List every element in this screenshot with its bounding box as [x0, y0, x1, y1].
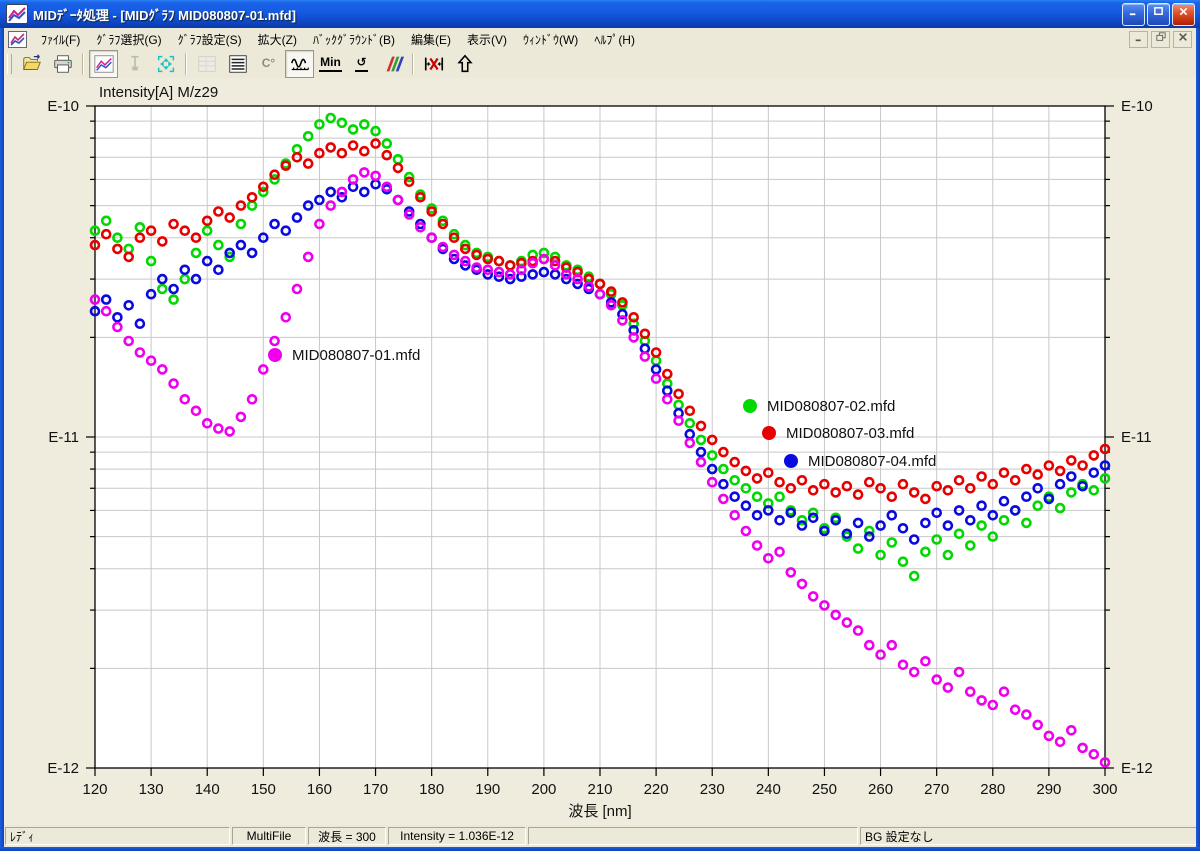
app-icon [6, 4, 28, 24]
svg-text:240: 240 [756, 781, 781, 798]
mdi-restore-button[interactable] [1151, 31, 1170, 48]
toolbar-items: C° Min↺ [16, 50, 480, 78]
svg-text:210: 210 [587, 781, 612, 798]
menu-item[interactable]: ﾌｧｲﾙ(F) [33, 28, 88, 51]
toolbar-separator [185, 53, 187, 75]
svg-text:120: 120 [82, 781, 107, 798]
gridlines [95, 106, 1105, 768]
close-button[interactable] [1172, 3, 1195, 26]
menu-item[interactable]: ｸﾞﾗﾌ設定(S) [170, 28, 250, 51]
menu-items: ﾌｧｲﾙ(F)ｸﾞﾗﾌ選択(G)ｸﾞﾗﾌ設定(S)拡大(Z)ﾊﾞｯｸｸﾞﾗｳﾝﾄ… [33, 28, 643, 51]
x-axis-title: 波長 [nm] [568, 803, 631, 820]
list-view-icon[interactable] [223, 50, 252, 78]
bg-subtract-icon[interactable] [419, 50, 448, 78]
print-icon[interactable] [48, 50, 77, 78]
open-file-icon[interactable] [17, 50, 46, 78]
fit-view-icon[interactable] [151, 50, 180, 78]
window-border-left [0, 28, 4, 851]
background-filter-icon[interactable] [378, 50, 407, 78]
toolbar-separator [82, 53, 84, 75]
min-scale-icon[interactable]: Min [316, 50, 345, 78]
svg-text:190: 190 [475, 781, 500, 798]
svg-text:E-10: E-10 [1121, 98, 1153, 115]
legend-label: MID080807-04.mfd [808, 453, 936, 470]
menu-bar: ﾌｧｲﾙ(F)ｸﾞﾗﾌ選択(G)ｸﾞﾗﾌ設定(S)拡大(Z)ﾊﾞｯｸｸﾞﾗｳﾝﾄ… [4, 28, 1196, 51]
mid-intensity-chart: Intensity[A] M/z29 E-10 E-10 E-11 E-11 E-12 E-… [0, 78, 1200, 825]
svg-text:160: 160 [307, 781, 332, 798]
svg-text:E-11: E-11 [48, 429, 79, 446]
legend-marker [743, 399, 757, 413]
mdi-minimize-button[interactable] [1129, 31, 1148, 48]
svg-text:180: 180 [419, 781, 444, 798]
chart-title: Intensity[A] M/z29 [99, 84, 218, 101]
toolbar-separator [412, 53, 414, 75]
redraw-icon[interactable]: ↺ [347, 50, 376, 78]
svg-text:150: 150 [251, 781, 276, 798]
menu-item[interactable]: 編集(E) [403, 28, 459, 51]
status-panel: MultiFile [232, 827, 306, 845]
legend-label: MID080807-01.mfd [292, 347, 420, 364]
menu-item[interactable]: 拡大(Z) [250, 28, 305, 51]
window-title: MIDﾃﾞｰﾀ処理 - [MIDｸﾞﾗﾌ MID080807-01.mfd] [33, 5, 296, 24]
status-panel: Intensity = 1.036E-12 [388, 827, 526, 845]
svg-text:130: 130 [139, 781, 164, 798]
temperature-icon: C° [254, 50, 283, 78]
document-icon [8, 31, 27, 48]
table-view-icon [192, 50, 221, 78]
svg-text:200: 200 [531, 781, 556, 798]
window-border-bottom [0, 847, 1200, 851]
mdi-close-button[interactable] [1173, 31, 1192, 48]
status-panel [528, 827, 858, 845]
status-panel: 波長 = 300 [308, 827, 386, 845]
svg-text:E-12: E-12 [47, 760, 79, 777]
menu-item[interactable]: ｸﾞﾗﾌ選択(G) [88, 28, 169, 51]
menu-item[interactable]: ｳｨﾝﾄﾞｳ(W) [515, 28, 586, 51]
status-panels: ﾚﾃﾞｨMultiFile波長 = 300Intensity = 1.036E-… [4, 827, 1200, 845]
legend-marker [784, 454, 798, 468]
svg-text:270: 270 [924, 781, 949, 798]
menu-item[interactable]: ﾍﾙﾌﾟ(H) [586, 28, 643, 51]
svg-text:300: 300 [1092, 781, 1117, 798]
toolbar-grip[interactable] [7, 54, 12, 74]
cursor-tool-icon [120, 50, 149, 78]
status-panel: BG 設定なし [860, 827, 1200, 845]
window-border-right [1196, 28, 1200, 851]
svg-text:280: 280 [980, 781, 1005, 798]
minimize-button[interactable] [1122, 3, 1145, 26]
legend-marker [268, 348, 282, 362]
status-panel: ﾚﾃﾞｨ [5, 827, 230, 845]
svg-text:260: 260 [868, 781, 893, 798]
legend-marker [762, 426, 776, 440]
chart-area: Intensity[A] M/z29 E-10 E-10 E-11 E-11 E-12 E-… [4, 78, 1196, 825]
wave-view-icon[interactable] [285, 50, 314, 78]
menu-item[interactable]: ﾊﾞｯｸｸﾞﾗｳﾝﾄﾞ(B) [305, 28, 403, 51]
svg-text:230: 230 [700, 781, 725, 798]
menu-item[interactable]: 表示(V) [459, 28, 515, 51]
toolbar: C° Min↺ [4, 50, 1196, 79]
svg-text:170: 170 [363, 781, 388, 798]
svg-text:E-10: E-10 [47, 98, 79, 115]
graph-view-icon[interactable] [89, 50, 118, 78]
svg-text:290: 290 [1036, 781, 1061, 798]
svg-text:E-12: E-12 [1121, 760, 1153, 777]
title-bar: MIDﾃﾞｰﾀ処理 - [MIDｸﾞﾗﾌ MID080807-01.mfd] [0, 0, 1200, 28]
svg-text:140: 140 [195, 781, 220, 798]
legend-label: MID080807-03.mfd [786, 425, 914, 442]
export-up-icon[interactable] [450, 50, 479, 78]
svg-text:250: 250 [812, 781, 837, 798]
svg-text:220: 220 [644, 781, 669, 798]
status-bar: ﾚﾃﾞｨMultiFile波長 = 300Intensity = 1.036E-… [4, 825, 1196, 847]
legend-label: MID080807-02.mfd [767, 398, 895, 415]
svg-text:E-11: E-11 [1121, 429, 1152, 446]
maximize-button[interactable] [1147, 3, 1170, 26]
